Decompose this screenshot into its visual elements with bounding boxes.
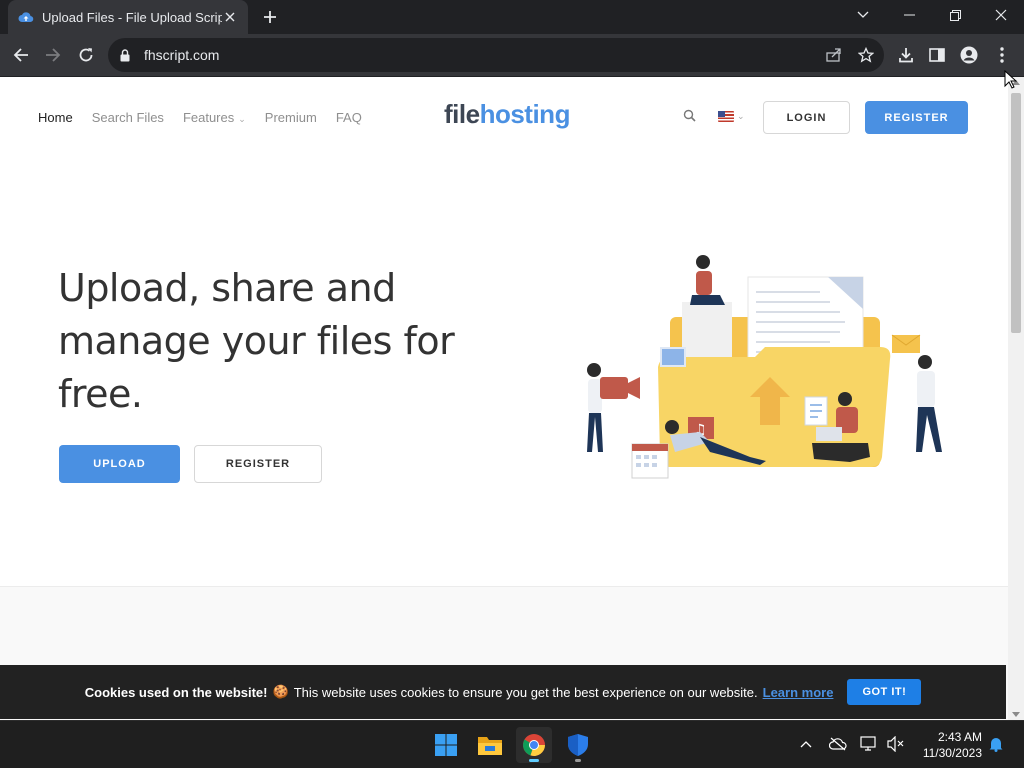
more-menu-icon[interactable] — [989, 42, 1015, 68]
learn-more-link[interactable]: Learn more — [763, 685, 834, 700]
web-page: Home Search Files Features ⌄ Premium FAQ … — [0, 77, 1008, 720]
running-app-indicator — [575, 759, 581, 762]
cookie-consent-bar: Cookies used on the website! 🍪 This webs… — [0, 665, 1006, 719]
address-bar[interactable]: fhscript.com — [108, 38, 884, 72]
logo-text-hosting: hosting — [479, 99, 571, 129]
download-icon[interactable] — [893, 42, 919, 68]
tab-search-chevron-icon[interactable] — [840, 0, 886, 30]
clock-date: 11/30/2023 — [922, 746, 982, 760]
system-clock[interactable]: 2:43 AM 11/30/2023 — [918, 729, 982, 761]
lock-icon — [120, 48, 134, 62]
notification-bell-icon[interactable] — [985, 733, 1007, 755]
minimize-icon[interactable] — [886, 0, 932, 30]
chevron-down-icon: ⌄ — [737, 111, 745, 121]
tab-title: Upload Files - File Upload Script — [42, 9, 222, 25]
close-window-icon[interactable] — [978, 0, 1024, 30]
windows-security-icon[interactable] — [560, 727, 596, 763]
chrome-icon[interactable] — [516, 727, 552, 763]
back-arrow-icon[interactable] — [8, 42, 34, 68]
nav-home[interactable]: Home — [38, 110, 73, 125]
chevron-down-icon: ⌄ — [238, 114, 246, 124]
onedrive-offline-icon[interactable] — [827, 733, 849, 755]
site-navigation: Home Search Files Features ⌄ Premium FAQ — [38, 110, 362, 125]
network-icon[interactable] — [858, 733, 880, 755]
clock-time: 2:43 AM — [937, 730, 982, 744]
cookie-heading: Cookies used on the website! — [84, 684, 268, 700]
show-hidden-icons-chevron-icon[interactable] — [795, 733, 817, 755]
language-selector[interactable]: ⌄ — [718, 111, 745, 122]
nav-faq[interactable]: FAQ — [336, 110, 362, 125]
hero-register-button[interactable]: REGISTER — [194, 445, 322, 483]
profile-icon[interactable] — [956, 42, 982, 68]
cookie-message: This website uses cookies to ensure you … — [293, 684, 758, 700]
cloud-upload-icon — [18, 9, 34, 25]
file-explorer-icon[interactable] — [472, 727, 508, 763]
browser-tab[interactable]: Upload Files - File Upload Script — [8, 0, 248, 34]
nav-features[interactable]: Features ⌄ — [183, 110, 246, 125]
nav-features-label: Features — [182, 110, 235, 125]
forward-arrow-icon[interactable] — [40, 42, 66, 68]
upload-button[interactable]: UPLOAD — [59, 445, 180, 483]
got-it-button[interactable]: GOT IT! — [847, 679, 922, 705]
bookmark-star-icon[interactable] — [853, 42, 879, 68]
nav-search-files[interactable]: Search Files — [92, 110, 164, 125]
new-tab-button[interactable] — [258, 6, 282, 28]
scroll-down-arrow-icon[interactable] — [1012, 712, 1020, 717]
logo-text-file: file — [444, 99, 480, 129]
header-register-button[interactable]: REGISTER — [865, 101, 968, 134]
url-text: fhscript.com — [144, 47, 220, 63]
restore-icon[interactable] — [932, 0, 978, 30]
start-icon[interactable] — [428, 727, 464, 763]
us-flag-icon — [718, 111, 734, 122]
file-sharing-illustration: ♫ — [587, 255, 942, 479]
hero-title: Upload, share and manage your files for … — [58, 266, 455, 416]
reload-icon[interactable] — [73, 42, 99, 68]
share-icon[interactable] — [821, 42, 847, 68]
nav-premium[interactable]: Premium — [265, 110, 317, 125]
page-scrollbar[interactable] — [1008, 77, 1024, 720]
site-logo[interactable]: filehosting — [444, 99, 570, 130]
search-icon[interactable] — [683, 109, 699, 125]
close-tab-icon[interactable] — [222, 9, 238, 25]
mouse-cursor-icon — [1004, 70, 1018, 89]
cookie-icon: 🍪 — [272, 684, 289, 699]
volume-muted-icon[interactable] — [884, 733, 906, 755]
side-panel-icon[interactable] — [924, 42, 950, 68]
login-button[interactable]: LOGIN — [763, 101, 850, 134]
windows-taskbar: 2:43 AM 11/30/2023 — [0, 720, 1024, 768]
browser-tab-strip: Upload Files - File Upload Script — [0, 0, 1024, 34]
active-app-indicator — [529, 759, 539, 762]
desktop-screen: Upload Files - File Upload Script fhscri… — [0, 0, 1024, 768]
scrollbar-thumb[interactable] — [1011, 93, 1021, 333]
